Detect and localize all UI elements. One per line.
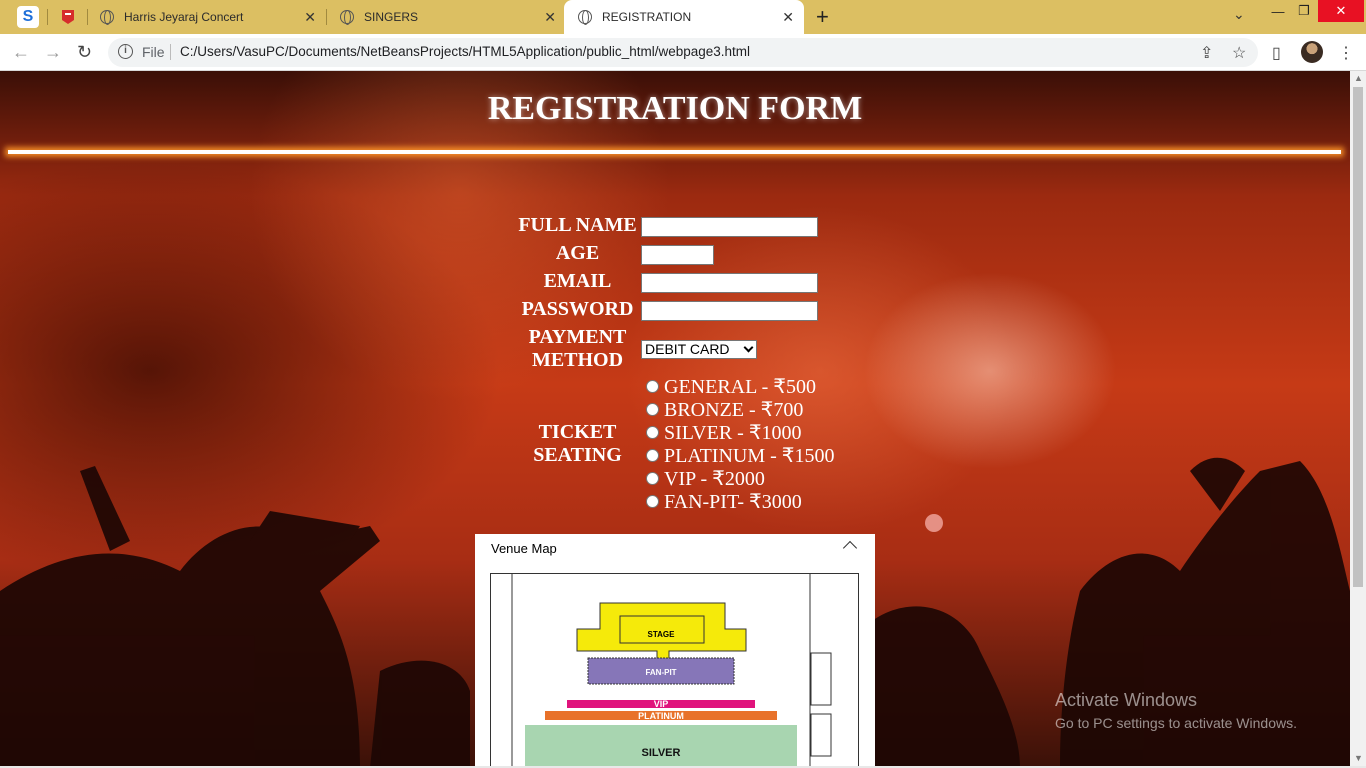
payment-method-select[interactable]: DEBIT CARD — [641, 340, 757, 359]
email-input[interactable] — [641, 273, 818, 293]
reload-icon[interactable]: ↻ — [77, 42, 92, 63]
zone-label-stage: STAGE — [648, 630, 676, 639]
password-input[interactable] — [641, 301, 818, 321]
tab-title: SINGERS — [364, 10, 419, 24]
venue-seating-map: STAGE FAN-PIT VIP PLATINUM SILVER — [490, 573, 859, 768]
skype-icon[interactable]: S — [17, 6, 39, 28]
zone-label-fanpit: FAN-PIT — [645, 668, 676, 677]
ticket-option-vip[interactable]: VIP - ₹2000 — [646, 467, 765, 490]
ticket-option-fanpit[interactable]: FAN-PIT- ₹3000 — [646, 490, 802, 513]
close-tab-icon[interactable]: ✕ — [304, 9, 316, 26]
bookmark-star-icon[interactable]: ☆ — [1232, 43, 1246, 63]
close-window-icon[interactable]: ✕ — [1318, 0, 1364, 22]
payment-label-line2: METHOD — [531, 349, 624, 371]
title-divider — [8, 150, 1341, 154]
globe-icon — [340, 10, 354, 25]
browser-toolbar: ← → ↻ i File C:/Users/VasuPC/Documents/N… — [0, 34, 1366, 71]
share-icon[interactable]: ⇪ — [1200, 43, 1213, 63]
activation-watermark-text: Go to PC settings to activate Windows. — [1055, 715, 1297, 731]
password-label: PASSWORD — [521, 298, 634, 320]
ticket-option-label: VIP - ₹2000 — [664, 467, 765, 490]
menu-icon[interactable]: ⋮ — [1338, 43, 1354, 63]
pinned-app-icon[interactable] — [57, 6, 79, 28]
full-name-label: FULL NAME — [518, 214, 637, 236]
tab-title: Harris Jeyaraj Concert — [124, 10, 244, 24]
tab-concert[interactable]: Harris Jeyaraj Concert ✕ — [86, 0, 326, 34]
zone-label-silver: SILVER — [642, 747, 681, 759]
divider — [170, 44, 171, 60]
full-name-input[interactable] — [641, 217, 818, 237]
radio-button[interactable] — [646, 379, 659, 393]
tab-title: REGISTRATION — [602, 10, 692, 24]
ticket-option-label: FAN-PIT- ₹3000 — [664, 490, 802, 513]
tab-singers[interactable]: SINGERS ✕ — [326, 0, 566, 34]
tab-registration[interactable]: REGISTRATION ✕ — [564, 0, 804, 34]
radio-button[interactable] — [646, 494, 659, 508]
back-icon[interactable]: ← — [12, 42, 30, 63]
scroll-up-icon[interactable]: ▲ — [1354, 73, 1363, 83]
activation-watermark-title: Activate Windows — [1055, 690, 1198, 710]
ticket-option-label: SILVER - ₹1000 — [664, 421, 802, 444]
zone-label-platinum: PLATINUM — [638, 711, 684, 721]
tab-strip: S Harris Jeyaraj Concert ✕ SINGERS ✕ REG… — [0, 0, 1366, 34]
ticket-option-platinum[interactable]: PLATINUM - ₹1500 — [646, 444, 835, 467]
chevron-down-icon[interactable]: ⌄ — [1233, 6, 1245, 23]
zone-label-vip: VIP — [654, 699, 669, 709]
page-title: REGISTRATION FORM — [487, 90, 863, 127]
ticket-option-silver[interactable]: SILVER - ₹1000 — [646, 421, 802, 444]
close-tab-icon[interactable]: ✕ — [782, 9, 794, 26]
avatar[interactable] — [1301, 41, 1323, 63]
scroll-down-icon[interactable]: ▼ — [1354, 753, 1363, 763]
globe-icon — [578, 10, 592, 25]
scheme-label: File — [142, 44, 165, 60]
chevron-up-icon[interactable] — [842, 540, 858, 556]
payment-method-label: PAYMENT METHOD — [515, 326, 640, 372]
page-viewport: REGISTRATION FORM FULL NAME AGE EMAIL PA… — [0, 71, 1350, 768]
age-label: AGE — [555, 242, 600, 264]
venue-map-heading[interactable]: Venue Map — [491, 541, 557, 556]
chevron-down-icon — [743, 342, 754, 353]
minimize-icon[interactable]: — — [1265, 0, 1291, 22]
ticket-option-label: PLATINUM - ₹1500 — [664, 444, 835, 467]
side-panel-icon[interactable]: ▯ — [1272, 43, 1281, 63]
info-icon[interactable]: i — [118, 44, 133, 59]
radio-button[interactable] — [646, 402, 659, 416]
ticket-label-line1: TICKET — [538, 421, 617, 443]
tab-separator — [47, 9, 48, 25]
radio-button[interactable] — [646, 425, 659, 439]
url-text[interactable]: C:/Users/VasuPC/Documents/NetBeansProjec… — [180, 44, 750, 59]
ticket-label-line2: SEATING — [533, 444, 622, 466]
scrollbar-thumb[interactable] — [1353, 87, 1363, 587]
page-scrollbar[interactable]: ▲ ▼ — [1350, 71, 1366, 768]
radio-button[interactable] — [646, 448, 659, 462]
payment-label-line1: PAYMENT — [528, 326, 627, 348]
ticket-option-label: GENERAL - ₹500 — [664, 375, 816, 398]
new-tab-icon[interactable]: + — [816, 4, 829, 30]
payment-selected-value: DEBIT CARD — [645, 341, 730, 357]
ticket-option-bronze[interactable]: BRONZE - ₹700 — [646, 398, 804, 421]
forward-icon[interactable]: → — [44, 42, 62, 63]
ticket-seating-label: TICKET SEATING — [515, 421, 640, 467]
email-label: EMAIL — [543, 270, 612, 292]
globe-icon — [100, 10, 114, 25]
address-bar[interactable]: i File C:/Users/VasuPC/Documents/NetBean… — [108, 38, 1258, 67]
radio-button[interactable] — [646, 471, 659, 485]
ticket-option-label: BRONZE - ₹700 — [664, 398, 804, 421]
ticket-option-general[interactable]: GENERAL - ₹500 — [646, 375, 816, 398]
close-tab-icon[interactable]: ✕ — [544, 9, 556, 26]
restore-icon[interactable]: ❐ — [1291, 0, 1317, 22]
age-input[interactable] — [641, 245, 714, 265]
venue-map-panel: Venue Map STAGE FAN-PIT VIP PLATINUM SIL… — [475, 534, 875, 768]
